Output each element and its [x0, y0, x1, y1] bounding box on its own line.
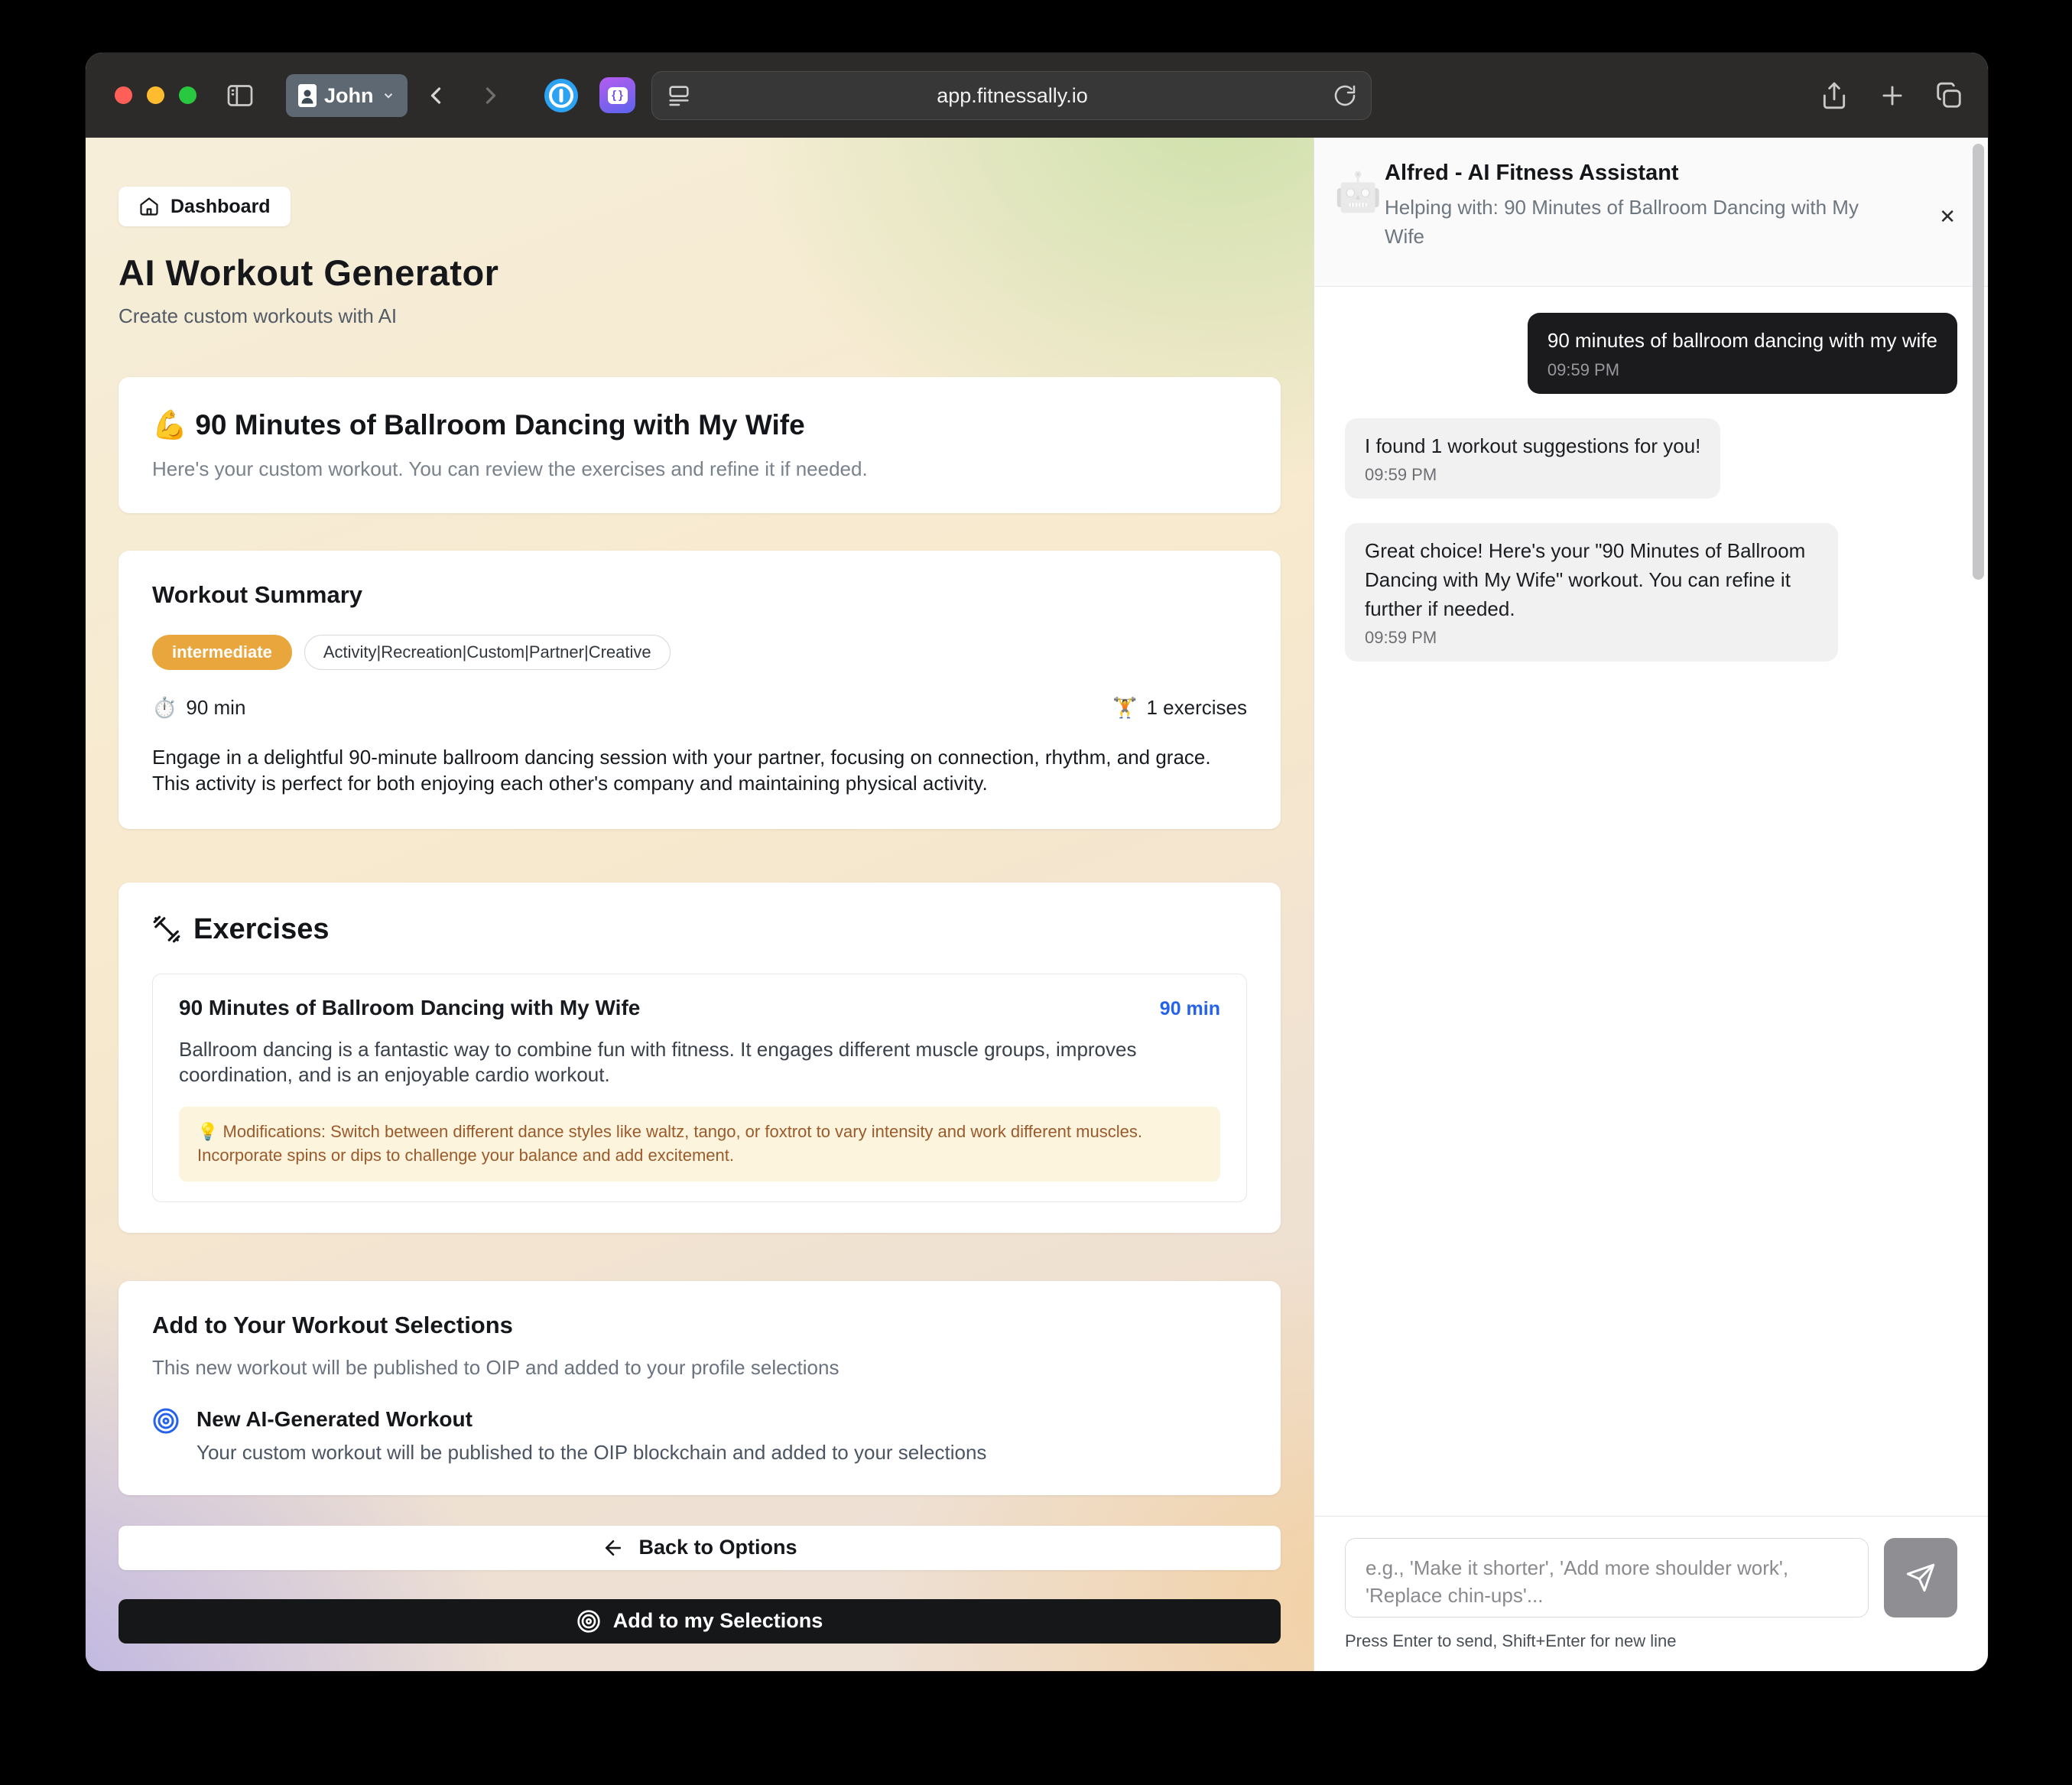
add-to-selections-button[interactable]: Add to my Selections	[119, 1599, 1281, 1644]
chat-title: Alfred - AI Fitness Assistant	[1385, 161, 1904, 186]
chat-input[interactable]	[1345, 1538, 1869, 1618]
exercise-description: Ballroom dancing is a fantastic way to c…	[179, 1037, 1220, 1089]
summary-heading: Workout Summary	[152, 581, 1247, 609]
option-description: Your custom workout will be published to…	[196, 1441, 986, 1465]
input-hint: Press Enter to send, Shift+Enter for new…	[1345, 1631, 1957, 1651]
duration-value: 90 min	[186, 696, 245, 720]
reader-view-icon[interactable]	[666, 83, 692, 109]
chat-messages: 90 minutes of ballroom dancing with my w…	[1314, 287, 1988, 1516]
muscle-emoji: 💪	[152, 409, 187, 441]
ai-assistant-panel: 🤖 Alfred - AI Fitness Assistant Helping …	[1314, 138, 1988, 1671]
message-text: 90 minutes of ballroom dancing with my w…	[1548, 327, 1937, 356]
tab-overview-icon[interactable]	[1934, 81, 1963, 110]
address-bar[interactable]: app.fitnessally.io	[651, 71, 1372, 120]
exercises-heading: Exercises	[193, 913, 330, 946]
stopwatch-icon: ⏱️	[152, 696, 177, 720]
selections-heading: Add to Your Workout Selections	[152, 1312, 1247, 1339]
workout-generator-page: Dashboard AI Workout Generator Create cu…	[86, 138, 1314, 1671]
new-workout-option[interactable]: New AI-Generated Workout Your custom wor…	[152, 1407, 1247, 1465]
exercise-modifications: 💡 Modifications: Switch between differen…	[179, 1107, 1220, 1182]
workout-header-card: 💪 90 Minutes of Ballroom Dancing with My…	[119, 377, 1281, 513]
onepassword-extension-icon[interactable]	[543, 77, 580, 114]
exercise-duration: 90 min	[1160, 998, 1220, 1020]
arrow-left-icon	[602, 1536, 625, 1559]
back-to-options-button[interactable]: Back to Options	[119, 1526, 1281, 1570]
sidebar-toggle-icon[interactable]	[225, 80, 255, 111]
page-subtitle: Create custom workouts with AI	[119, 304, 1281, 328]
exercise-title: 90 Minutes of Ballroom Dancing with My W…	[179, 996, 640, 1020]
chat-input-section: Press Enter to send, Shift+Enter for new…	[1314, 1516, 1988, 1671]
workout-header-subtext: Here's your custom workout. You can revi…	[152, 457, 1247, 481]
share-icon[interactable]	[1820, 81, 1849, 110]
exercise-list-item: 90 Minutes of Ballroom Dancing with My W…	[152, 974, 1247, 1202]
difficulty-badge: intermediate	[152, 635, 292, 670]
message-time: 09:59 PM	[1365, 465, 1700, 485]
summary-description: Engage in a delightful 90-minute ballroo…	[152, 744, 1247, 797]
chat-header: 🤖 Alfred - AI Fitness Assistant Helping …	[1314, 138, 1988, 287]
exercise-count: 1 exercises	[1147, 696, 1248, 720]
new-tab-icon[interactable]	[1878, 81, 1907, 110]
browser-window: John { } app.fitnessally.io	[86, 53, 1988, 1671]
dashboard-label: Dashboard	[171, 196, 271, 218]
profile-name: John	[324, 84, 374, 108]
close-chat-button[interactable]: ✕	[1939, 205, 1956, 229]
chevron-down-icon	[382, 89, 395, 102]
send-icon	[1905, 1562, 1936, 1593]
message-time: 09:59 PM	[1365, 628, 1818, 648]
zoom-window-button[interactable]	[179, 86, 196, 104]
message-text: Great choice! Here's your "90 Minutes of…	[1365, 537, 1818, 623]
target-icon	[152, 1407, 180, 1435]
forward-button[interactable]	[477, 82, 505, 109]
user-message-bubble: 90 minutes of ballroom dancing with my w…	[1528, 313, 1957, 394]
browser-toolbar: John { } app.fitnessally.io	[86, 53, 1988, 138]
send-button[interactable]	[1884, 1538, 1957, 1618]
workout-summary-card: Workout Summary intermediate Activity|Re…	[119, 551, 1281, 829]
extension-icon[interactable]: { }	[599, 77, 635, 113]
close-window-button[interactable]	[115, 86, 132, 104]
url-text: app.fitnessally.io	[692, 84, 1333, 108]
tags-badge: Activity|Recreation|Custom|Partner|Creat…	[304, 635, 671, 670]
dumbbell-icon	[152, 915, 181, 944]
dashboard-button[interactable]: Dashboard	[119, 187, 291, 226]
message-time: 09:59 PM	[1548, 360, 1937, 380]
robot-avatar-icon: 🤖	[1334, 170, 1382, 215]
assistant-message-bubble: I found 1 workout suggestions for you! 0…	[1345, 418, 1720, 499]
chat-subtitle: Helping with: 90 Minutes of Ballroom Dan…	[1385, 193, 1904, 251]
home-icon	[138, 196, 160, 217]
back-button[interactable]	[422, 82, 450, 109]
exercises-card: Exercises 90 Minutes of Ballroom Dancing…	[119, 883, 1281, 1233]
message-text: I found 1 workout suggestions for you!	[1365, 432, 1700, 461]
page-title: AI Workout Generator	[119, 252, 1281, 294]
option-title: New AI-Generated Workout	[196, 1407, 986, 1432]
chat-scrollbar[interactable]	[1973, 144, 1984, 580]
assistant-message-bubble: Great choice! Here's your "90 Minutes of…	[1345, 523, 1838, 662]
add-selections-card: Add to Your Workout Selections This new …	[119, 1281, 1281, 1495]
workout-title: 90 Minutes of Ballroom Dancing with My W…	[195, 409, 804, 441]
reload-icon[interactable]	[1333, 83, 1357, 108]
profile-button[interactable]: John	[286, 74, 408, 117]
minimize-window-button[interactable]	[147, 86, 164, 104]
selections-subtitle: This new workout will be published to OI…	[152, 1356, 1247, 1380]
weightlifter-icon: 🏋️	[1112, 696, 1137, 720]
target-icon	[576, 1609, 601, 1634]
